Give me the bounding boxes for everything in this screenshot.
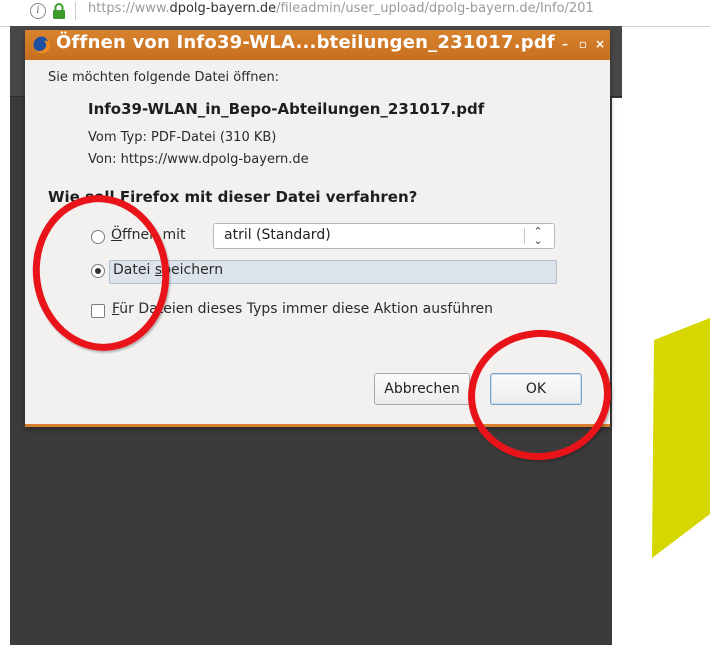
url-bar[interactable]: i https://www.dpolg-bayern.de/fileadmin/… — [0, 0, 710, 27]
updown-arrow-icon: ⌃ ⌄ — [533, 225, 543, 247]
maximize-button[interactable]: ▫ — [576, 37, 590, 51]
file-name: Info39-WLAN_in_Bepo-Abteilungen_231017.p… — [88, 100, 485, 118]
lock-icon[interactable] — [52, 3, 66, 19]
application-select[interactable]: atril (Standard) ⌃ ⌄ — [213, 223, 555, 249]
selected-application: atril (Standard) — [224, 227, 331, 243]
file-source: Von: https://www.dpolg-bayern.de — [88, 152, 309, 167]
close-button[interactable]: × — [593, 37, 607, 51]
firefox-icon — [33, 36, 51, 54]
file-type: Vom Typ: PDF-Datei (310 KB) — [88, 130, 277, 145]
pdf-yellow-graphic — [652, 318, 710, 558]
dialog-title: Öffnen von Info39-WLA...bteilungen_23101… — [56, 32, 555, 53]
always-action-label[interactable]: Für Dateien dieses Typs immer diese Akti… — [112, 301, 493, 317]
dialog-prompt: Sie möchten folgende Datei öffnen: — [48, 70, 280, 85]
minimize-button[interactable]: – — [558, 37, 572, 51]
url-separator — [75, 2, 76, 20]
url-text[interactable]: https://www.dpolg-bayern.de/fileadmin/us… — [88, 1, 594, 16]
dialog-titlebar[interactable]: Öffnen von Info39-WLA...bteilungen_23101… — [25, 30, 610, 60]
select-divider — [524, 228, 525, 244]
cancel-button[interactable]: Abbrechen — [374, 373, 470, 405]
site-info-icon[interactable]: i — [30, 3, 46, 19]
